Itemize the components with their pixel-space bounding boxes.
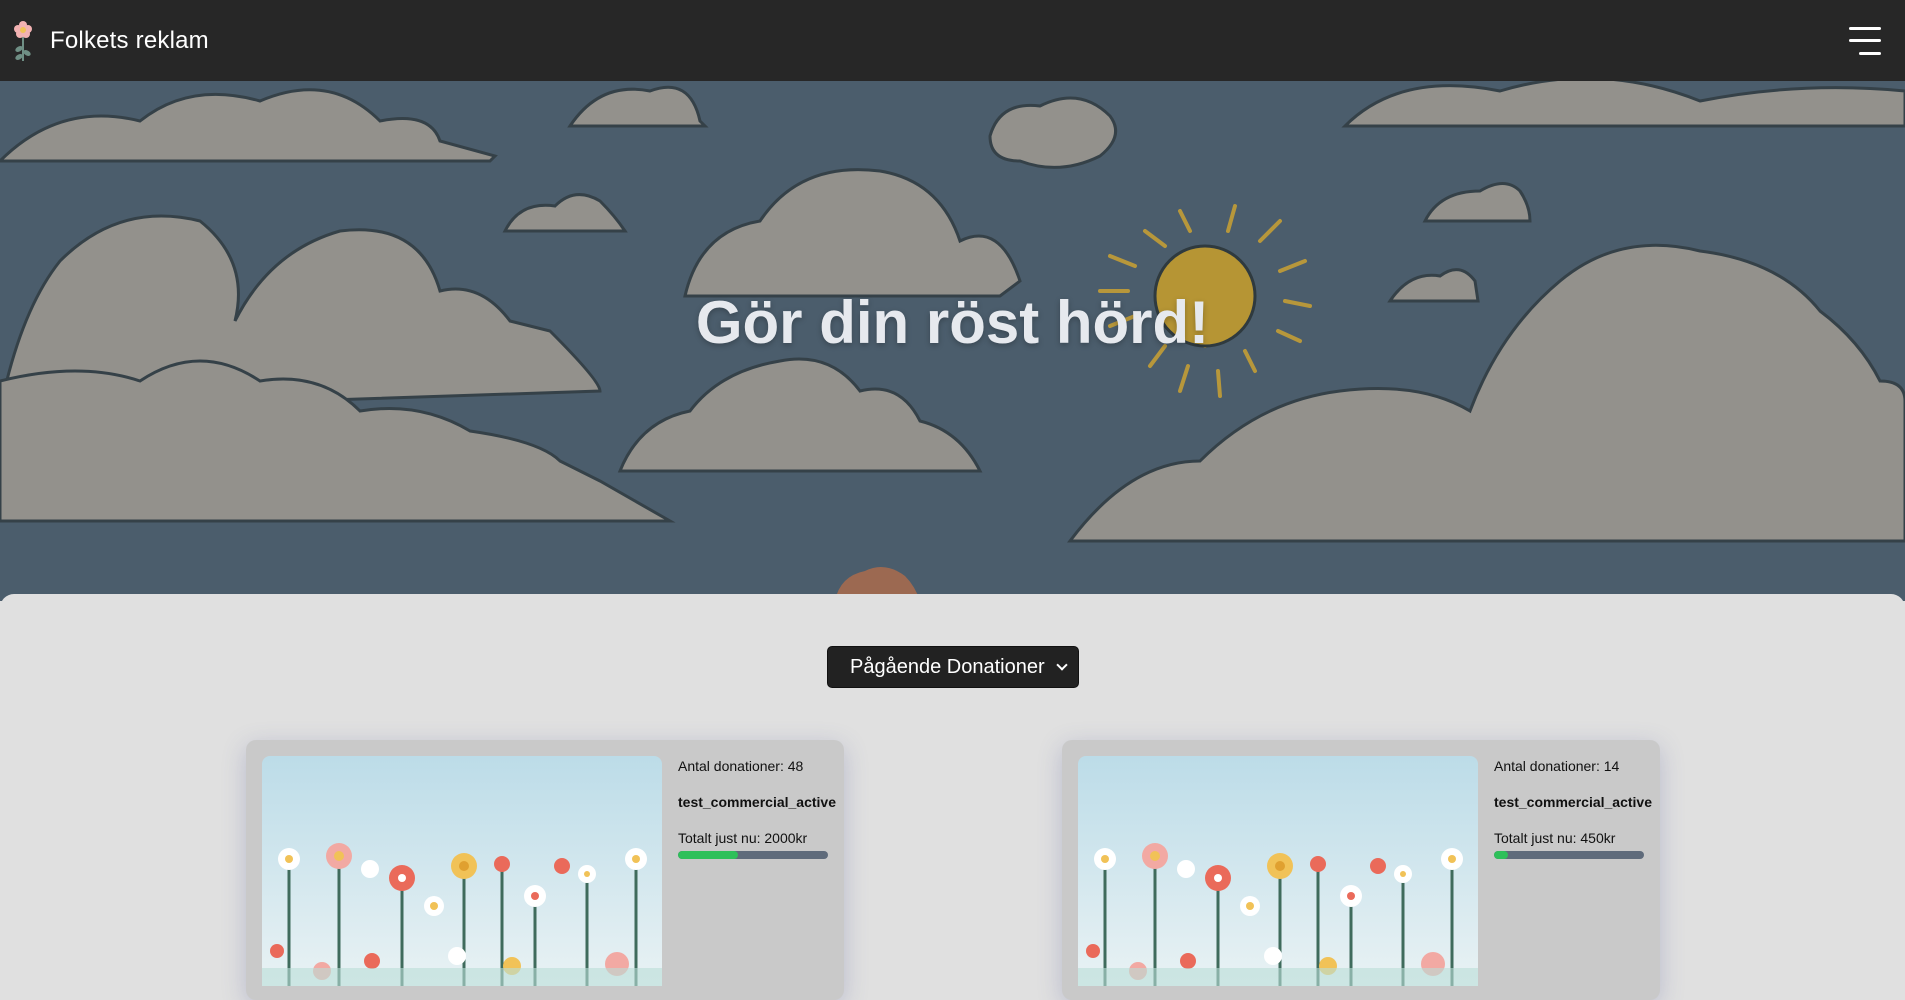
campaign-card[interactable]: Antal donationer: 48 test_commercial_act… [246,740,844,1000]
filter-selected-label: Pågående Donationer [850,655,1045,678]
hamburger-menu-icon[interactable] [1849,26,1881,55]
donation-progress-fill [1494,851,1508,859]
flower-meadow-illustration [1078,756,1478,986]
campaign-info: Antal donationer: 48 test_commercial_act… [678,756,836,859]
donation-progress-bar [678,851,828,859]
campaign-filter-select[interactable]: Pågående Donationer [827,646,1079,688]
flower-logo-icon [14,20,32,61]
donation-count: Antal donationer: 14 [1494,758,1620,774]
hero-title: Gör din röst hörd! [695,289,1210,356]
chevron-down-icon [1056,659,1068,671]
donation-total: Totalt just nu: 450kr [1494,830,1616,846]
campaign-image[interactable] [1078,756,1478,986]
campaign-name[interactable]: test_commercial_active [678,794,836,810]
donation-progress-fill [678,851,738,859]
hero-banner: Gör din röst hörd! [0,81,1905,601]
flower-meadow-illustration [262,756,662,986]
top-navbar: Folkets reklam [0,0,1905,81]
campaign-name[interactable]: test_commercial_active [1494,794,1652,810]
brand-name: Folkets reklam [50,26,209,54]
campaign-card[interactable]: Antal donationer: 14 test_commercial_act… [1062,740,1660,1000]
donation-progress-bar [1494,851,1644,859]
brand[interactable]: Folkets reklam [12,19,209,63]
donation-total: Totalt just nu: 2000kr [678,830,808,846]
campaign-info: Antal donationer: 14 test_commercial_act… [1494,756,1652,859]
campaign-list-section: Pågående Donationer Antal donationer: 48… [0,594,1905,1000]
donation-count: Antal donationer: 48 [678,758,804,774]
campaign-image[interactable] [262,756,662,986]
